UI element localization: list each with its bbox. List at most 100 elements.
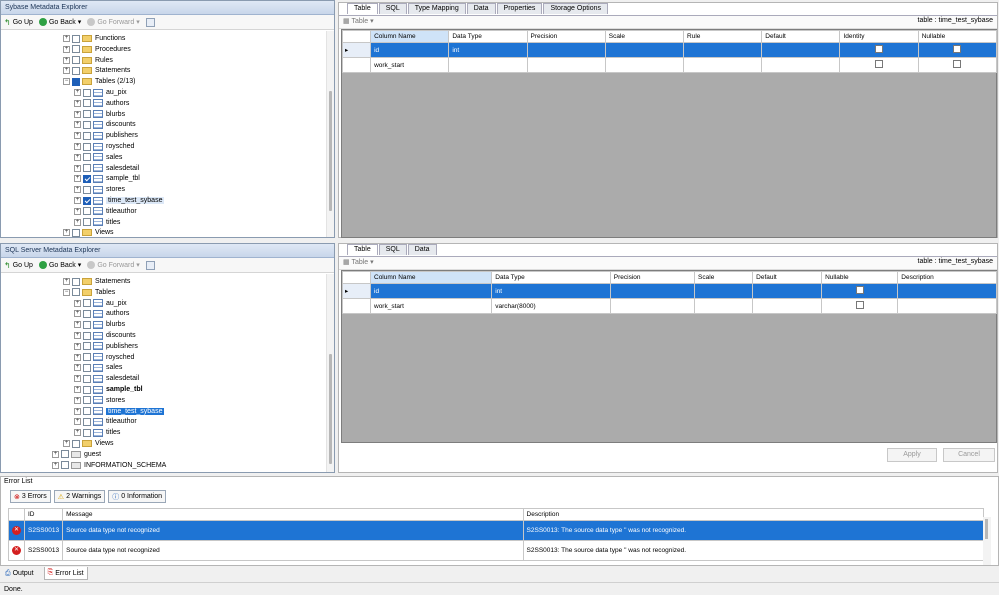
checkbox[interactable] [855,286,864,294]
expand-icon[interactable]: + [74,197,81,204]
expand-icon[interactable]: + [74,396,81,404]
checkbox[interactable] [72,288,80,297]
expand-icon[interactable]: + [74,375,81,383]
description-cell[interactable] [897,283,997,299]
tab-table[interactable]: Table [347,244,378,255]
checkbox[interactable] [72,34,80,43]
error-id-cell[interactable]: S2SS0013 [23,520,64,541]
grid-cell[interactable] [604,57,685,73]
tree-node[interactable]: + salesdetail [74,373,139,384]
error-list-scrollbar[interactable] [983,517,991,565]
tree-node[interactable]: + discounts [74,119,136,130]
tree-node[interactable]: + Views [63,227,114,237]
checkbox[interactable] [83,99,91,108]
expand-icon[interactable]: + [74,321,81,329]
tree-node[interactable]: + time_test_sybase [74,195,165,206]
tab-sql[interactable]: SQL [378,3,407,14]
tree-node[interactable]: + roysched [74,141,134,152]
error-list-tab[interactable]: ⎘ Error List [43,567,88,580]
data-type-cell[interactable]: int [448,42,528,58]
expand-icon[interactable]: + [74,353,81,361]
checkbox[interactable] [72,439,80,448]
tree-node[interactable]: + sample_tbl [74,173,140,184]
expand-icon[interactable]: + [63,45,70,53]
table-row[interactable]: work_start varchar(8000) [342,298,997,314]
errors-filter-button[interactable]: ⊗ 3 Errors [10,490,51,503]
go-back-button[interactable]: Go Back ▾ [38,261,81,269]
expand-icon[interactable]: + [74,418,81,426]
warnings-filter-button[interactable]: ⚠ 2 Warnings [53,490,106,503]
row-indicator[interactable] [342,298,371,314]
checkbox[interactable] [83,153,91,162]
column-header[interactable]: Nullable [821,271,899,284]
tree-node[interactable]: + Rules [63,55,113,66]
error-message-cell[interactable]: Source data type not recognized [62,540,524,561]
checkbox[interactable] [83,309,91,318]
expand-icon[interactable]: + [74,332,81,339]
tree-node[interactable]: + Statements [63,276,130,287]
tree-node[interactable]: − Tables [63,287,115,298]
expand-icon[interactable]: + [74,310,81,318]
expand-icon[interactable]: + [74,121,81,129]
expand-icon[interactable]: + [74,110,81,118]
checkbox[interactable] [83,407,91,416]
expand-icon[interactable]: + [52,461,59,469]
checkbox[interactable] [83,374,91,383]
grid-cell[interactable] [526,57,606,73]
checkbox[interactable] [83,417,91,426]
expand-icon[interactable]: + [74,164,81,172]
tab-data[interactable]: Data [466,3,496,14]
row-indicator[interactable] [341,57,372,73]
checkbox[interactable] [72,66,80,75]
checkbox[interactable] [875,60,884,68]
data-type-cell[interactable] [448,57,528,73]
column-name-cell[interactable]: id [370,42,450,58]
expand-icon[interactable]: + [74,429,81,437]
checkbox[interactable] [72,56,80,65]
tree-node[interactable]: + au_pix [74,87,127,98]
checkbox[interactable] [83,207,91,216]
row-indicator[interactable]: ▸ [341,42,372,58]
tree-node[interactable]: + salesdetail [74,163,139,174]
expand-icon[interactable]: + [74,143,81,150]
checkbox[interactable] [61,461,69,470]
tab-sql[interactable]: SQL [378,244,407,255]
column-header[interactable]: Column Name [370,30,450,43]
tab-storage-options[interactable]: Storage Options [543,3,609,14]
expand-icon[interactable]: + [74,407,81,415]
information-filter-button[interactable]: ⓘ 0 Information [108,490,167,503]
tree-node[interactable]: + Views [63,438,114,449]
tree-node[interactable]: + publishers [74,341,138,352]
expand-icon[interactable]: + [74,299,81,307]
go-back-button[interactable]: Go Back ▾ [38,18,81,26]
tab-table[interactable]: Table [347,3,378,14]
expand-icon[interactable]: + [74,175,81,183]
expand-icon[interactable]: + [63,35,70,42]
checkbox[interactable] [83,142,91,151]
grid-cell[interactable] [604,42,685,58]
checkbox[interactable] [83,353,91,362]
grid-cell[interactable] [761,42,841,58]
column-header[interactable]: Description [522,508,985,521]
checkbox[interactable] [72,77,80,86]
table-dropdown[interactable]: ▦ Table ▾ [343,258,374,266]
tree-node[interactable]: + stores [74,184,125,195]
tab-properties[interactable]: Properties [496,3,543,14]
tree-node[interactable]: + sales [74,152,122,163]
checkbox[interactable] [83,196,91,205]
error-row[interactable]: ✕ S2SS0013 Source data type not recognized… [8,540,985,561]
expand-icon[interactable]: + [74,364,81,372]
grid-cell[interactable] [694,283,754,299]
tree-node[interactable]: + Statements [63,65,130,76]
table-row[interactable]: work_start [341,57,998,73]
column-header[interactable]: Scale [694,271,754,284]
expand-icon[interactable]: + [52,450,59,458]
expand-icon[interactable]: + [63,56,70,64]
apply-button[interactable]: Apply [887,448,937,462]
data-type-cell[interactable]: int [491,283,611,299]
description-cell[interactable] [897,298,997,314]
tree-node[interactable]: + titles [74,217,120,228]
checkbox[interactable] [83,396,91,405]
table-row[interactable]: ▸ id int [341,42,998,58]
checkbox[interactable] [875,45,884,53]
